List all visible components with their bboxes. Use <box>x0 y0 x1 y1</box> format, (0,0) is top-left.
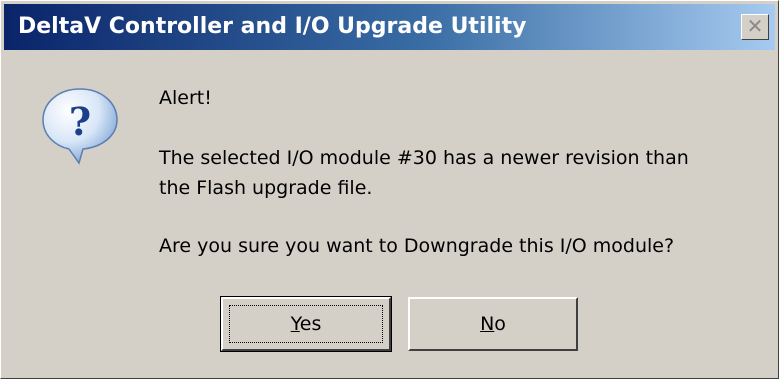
no-label-rest: o <box>494 313 506 335</box>
question-mark-glyph: ? <box>69 99 91 144</box>
no-button-label: No <box>480 313 506 335</box>
yes-button[interactable]: Yes <box>220 296 392 352</box>
message-line-1: The selected I/O module #30 has a newer … <box>159 147 689 169</box>
close-button[interactable]: ✕ <box>741 14 769 40</box>
confirm-question: Are you sure you want to Downgrade this … <box>159 235 675 257</box>
close-icon: ✕ <box>746 14 764 38</box>
question-icon: ? <box>42 88 118 165</box>
window-title: DeltaV Controller and I/O Upgrade Utilit… <box>18 14 527 39</box>
message-line-2: the Flash upgrade file. <box>159 177 373 199</box>
yes-mnemonic: Y <box>290 313 300 335</box>
yes-label-rest: es <box>299 313 322 335</box>
no-button[interactable]: No <box>408 297 578 351</box>
alert-heading: Alert! <box>159 87 212 109</box>
upgrade-alert-dialog: DeltaV Controller and I/O Upgrade Utilit… <box>0 0 779 379</box>
yes-button-label: Yes <box>291 313 322 335</box>
title-bar[interactable]: DeltaV Controller and I/O Upgrade Utilit… <box>4 4 775 50</box>
no-mnemonic: N <box>480 313 495 335</box>
